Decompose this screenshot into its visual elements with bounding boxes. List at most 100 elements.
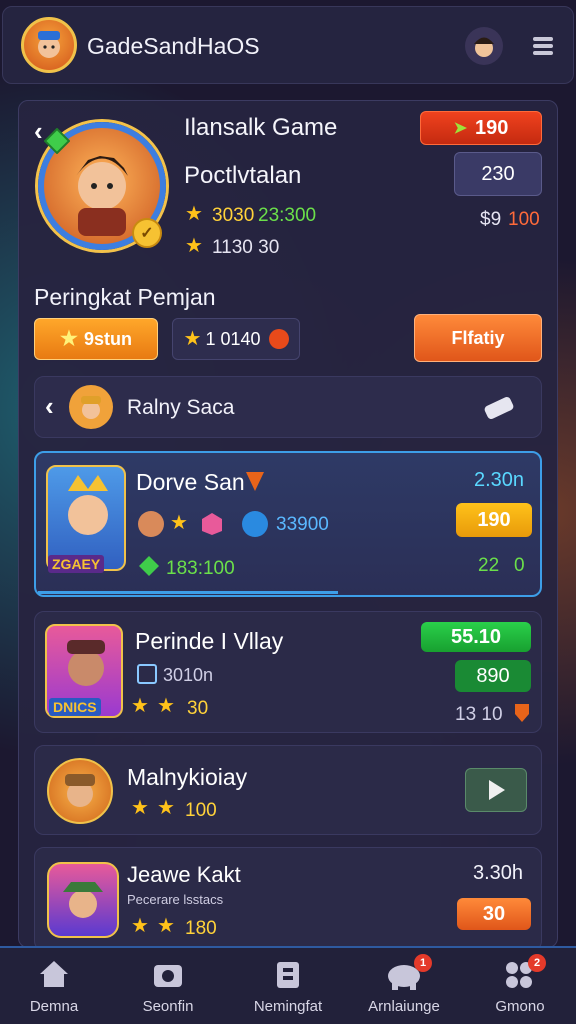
player-name: Dorve San <box>136 469 245 495</box>
search-label: Ralny Saca <box>127 396 235 419</box>
player-score: 2.30n <box>474 469 525 491</box>
star-icon: ★ <box>131 695 149 717</box>
notification-badge: 1 <box>414 954 432 972</box>
search-row[interactable]: ‹ Ralny Saca <box>34 376 542 438</box>
player-avatar <box>47 758 113 824</box>
player-name: Poctlvtalan <box>184 162 302 189</box>
stat-one: 3030 <box>212 205 255 226</box>
ranking-tab-active[interactable]: ★ 9stun <box>34 318 158 360</box>
ranking-tab-label: 9stun <box>83 328 132 349</box>
user-avatar[interactable] <box>465 27 503 65</box>
player-name: Perinde I Vllay <box>135 628 284 654</box>
nav-item-arnlaiunge[interactable]: 1 Arnlaiunge <box>354 952 454 1024</box>
avatar-face-icon <box>38 31 60 58</box>
nav-item-nemingfat[interactable]: Nemingfat <box>238 952 338 1024</box>
shield-icon <box>244 469 266 493</box>
top-badge[interactable]: ➤ 190 <box>420 111 542 145</box>
play-icon <box>489 780 505 800</box>
player-name: Malnykioiay <box>127 764 248 790</box>
player-badge-value: 890 <box>476 664 510 687</box>
clipboard-icon <box>277 962 299 988</box>
arrow-icon: ➤ <box>453 120 468 137</box>
app-title: GadeSandHaOS <box>87 33 260 59</box>
player-tag: ZGAEY <box>48 555 105 573</box>
stat-two: 1130 30 <box>212 237 280 258</box>
player-card[interactable]: ZGAEY Dorve San ★ 33900 183:100 2.30n 19… <box>34 451 542 597</box>
star-icon: ★ <box>131 797 149 819</box>
coin-icon: ✓ <box>132 218 162 248</box>
player-extra-b: 0 <box>514 555 525 576</box>
star-icon: ★ <box>183 328 202 350</box>
currency-a: $9 <box>480 209 502 230</box>
top-header: GadeSandHaOS <box>2 6 574 84</box>
top-badge-value: 190 <box>475 116 509 139</box>
currency-b: 100 <box>508 209 540 230</box>
player-subtitle: Pecerare lsstacs <box>127 892 224 907</box>
fire-icon <box>268 329 289 349</box>
play-button[interactable] <box>465 768 527 812</box>
player-score: 3.30h <box>473 862 524 884</box>
eraser-icon[interactable] <box>481 393 517 423</box>
green-gem-icon <box>138 555 160 577</box>
ranking-tab-value[interactable]: ★ 1 0140 <box>172 318 300 360</box>
stat-one-b: 23:300 <box>258 205 317 226</box>
menu-icon[interactable] <box>529 34 557 58</box>
back-chevron-icon[interactable]: ‹ <box>34 116 43 147</box>
player-stat-a: 3010n <box>163 665 214 685</box>
app-avatar[interactable] <box>21 17 77 73</box>
star-icon: ★ <box>170 512 188 534</box>
star-icon: ★ <box>157 695 175 717</box>
player-card[interactable]: DNICS Perinde I Vllay 3010n ★ ★ 30 55.10… <box>34 611 542 733</box>
player-stat-b: 30 <box>187 698 209 719</box>
player-badge-value: 30 <box>482 902 506 925</box>
player-card[interactable]: Malnykioiay ★ ★ 100 <box>34 745 542 835</box>
player-badge[interactable]: 190 <box>456 503 532 537</box>
ranking-title: Peringkat Pemjan <box>34 284 216 310</box>
player-stat-a: 33900 <box>276 514 329 535</box>
player-badge-value: 190 <box>477 508 511 531</box>
calendar-icon <box>137 664 157 684</box>
nav-item-demna[interactable]: Demna <box>4 952 104 1024</box>
user-face-icon <box>474 37 494 57</box>
player-card[interactable]: Jeawe Kakt Pecerare lsstacs ★ ★ 180 3.30… <box>34 847 542 951</box>
nav-item-seonfin[interactable]: Seonfin <box>118 952 218 1024</box>
star-icon: ★ <box>157 797 175 819</box>
home-icon <box>40 961 68 987</box>
shield-icon <box>513 702 531 724</box>
blue-orb-icon <box>242 511 268 537</box>
player-badge[interactable]: 890 <box>455 660 531 692</box>
player-avatar <box>47 862 119 938</box>
player-score-badge[interactable]: 55.10 <box>421 622 531 652</box>
progress-bar <box>38 591 338 594</box>
player-stat-b: 180 <box>185 918 217 939</box>
mid-badge-value: 230 <box>481 162 515 185</box>
player-extra-a: 22 <box>478 555 500 576</box>
mid-badge[interactable]: 230 <box>454 152 542 196</box>
ranking-action-button[interactable]: Flfatiy <box>414 314 542 362</box>
camera-icon <box>154 965 182 987</box>
search-avatar <box>69 385 113 429</box>
gem-icon <box>200 511 224 537</box>
game-title: Ilansalk Game <box>184 114 338 141</box>
star-icon: ★ <box>157 915 175 937</box>
back-chevron-icon[interactable]: ‹ <box>45 391 54 422</box>
player-extra-a: 13 10 <box>455 704 503 725</box>
nav-label: Nemingfat <box>253 998 323 1015</box>
star-icon: ★ <box>131 915 149 937</box>
face-icon <box>138 511 164 537</box>
star-icon: ★ <box>60 328 78 350</box>
player-tag: DNICS <box>49 698 101 716</box>
ranking-action-label: Flfatiy <box>451 327 505 348</box>
player-stat-b: 183:100 <box>166 558 235 579</box>
nav-label: Arnlaiunge <box>368 998 440 1015</box>
star-icon: ★ <box>185 235 203 257</box>
ranking-value-text: 1 0140 <box>205 328 261 349</box>
green-gem-icon <box>43 127 71 155</box>
player-badge[interactable]: 30 <box>457 898 531 930</box>
player-stat-b: 100 <box>185 800 217 821</box>
star-icon: ★ <box>185 203 203 225</box>
nav-item-gmono[interactable]: 2 Gmono <box>470 952 570 1024</box>
nav-label: Gmono <box>495 998 545 1015</box>
player-score: 55.10 <box>450 625 502 648</box>
nav-label: Demna <box>29 998 79 1015</box>
